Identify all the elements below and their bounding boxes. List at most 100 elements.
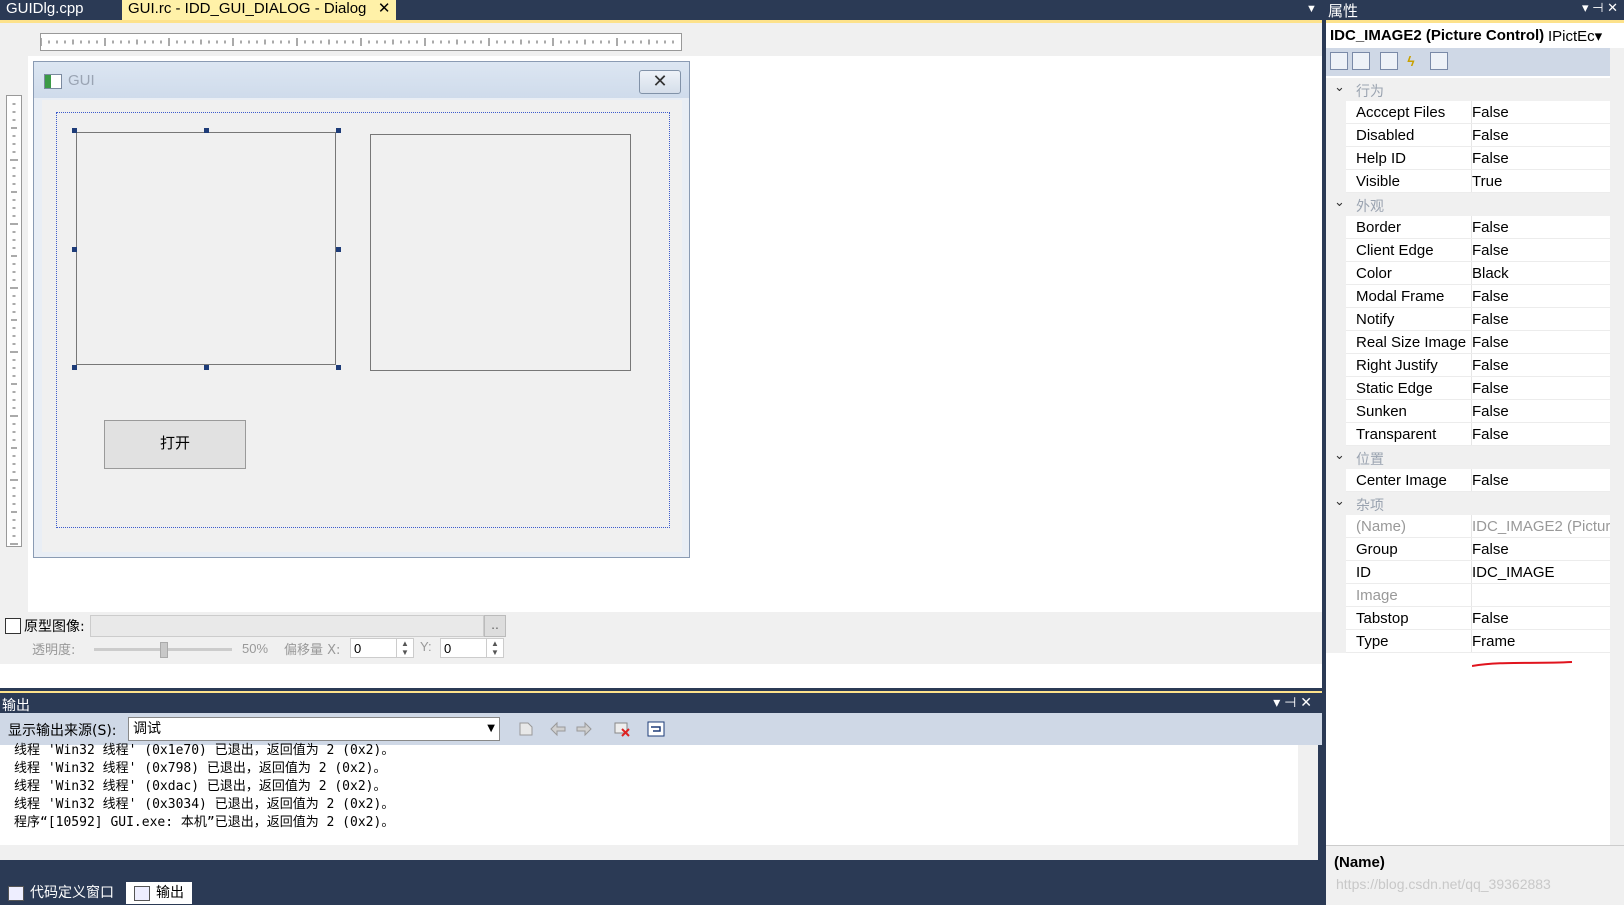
property-value[interactable]: Frame (1472, 633, 1622, 650)
resize-handle[interactable] (336, 128, 341, 133)
tab-gui-rc-dialog[interactable]: GUI.rc - IDD_GUI_DIALOG - Dialog ✕ (122, 0, 397, 20)
property-row[interactable]: Acccept Files False (1326, 101, 1624, 124)
previous-message-icon[interactable] (548, 719, 568, 739)
property-row[interactable]: Help ID False (1326, 147, 1624, 170)
chevron-down-icon[interactable]: ⌄ (1334, 79, 1345, 95)
output-vertical-scrollbar[interactable] (1298, 745, 1318, 860)
category-position[interactable]: ⌄ 位置 (1326, 446, 1624, 469)
resize-handle[interactable] (72, 247, 77, 252)
dialog-close-button[interactable]: ✕ (639, 70, 681, 94)
dialog-titlebar[interactable]: GUI ✕ (34, 62, 689, 98)
word-wrap-icon[interactable] (646, 719, 666, 739)
picture-control-image2[interactable] (370, 134, 631, 371)
property-value[interactable]: False (1472, 219, 1622, 236)
property-row[interactable]: ID IDC_IMAGE (1326, 561, 1624, 584)
tab-guidlg-cpp[interactable]: GUIDlg.cpp (0, 0, 90, 20)
tab-output[interactable]: 输出 (126, 882, 192, 904)
property-row[interactable]: Transparent False (1326, 423, 1624, 446)
resize-handle[interactable] (72, 128, 77, 133)
chevron-down-icon[interactable]: ⌄ (1334, 493, 1345, 509)
property-row[interactable]: Visible True (1326, 170, 1624, 193)
tab-dropdown-icon[interactable]: ▼ (1300, 0, 1323, 20)
property-row[interactable]: Sunken False (1326, 400, 1624, 423)
property-value[interactable]: False (1472, 104, 1622, 121)
property-row[interactable]: Notify False (1326, 308, 1624, 331)
alphabetical-icon[interactable] (1352, 52, 1370, 70)
property-pages-icon[interactable] (1430, 52, 1448, 70)
property-row[interactable]: Group False (1326, 538, 1624, 561)
property-row[interactable]: Modal Frame False (1326, 285, 1624, 308)
offset-x-stepper[interactable]: 0 ▲ ▼ (350, 638, 414, 658)
close-tab-icon[interactable]: ✕ (378, 0, 391, 18)
property-row[interactable]: (Name) IDC_IMAGE2 (Picture (1326, 515, 1624, 538)
property-value[interactable]: False (1472, 403, 1622, 420)
picture-control-image[interactable] (72, 128, 341, 370)
transparency-label: 透明度: (32, 643, 76, 658)
vertical-ruler[interactable] (6, 95, 22, 547)
spin-arrows-icon[interactable]: ▲ ▼ (396, 639, 413, 657)
property-row[interactable]: Disabled False (1326, 124, 1624, 147)
property-value[interactable]: False (1472, 426, 1622, 443)
property-value[interactable]: False (1472, 541, 1622, 558)
chevron-down-icon[interactable]: ⌄ (1334, 447, 1345, 463)
category-behavior[interactable]: ⌄ 行为 (1326, 78, 1624, 101)
resize-handle[interactable] (336, 365, 341, 370)
resize-handle[interactable] (204, 128, 209, 133)
property-row[interactable]: Tabstop False (1326, 607, 1624, 630)
next-message-icon[interactable] (574, 719, 594, 739)
property-value[interactable]: False (1472, 380, 1622, 397)
events-icon[interactable]: ϟ (1402, 52, 1420, 70)
clear-all-icon[interactable] (612, 719, 632, 739)
property-value[interactable]: False (1472, 242, 1622, 259)
property-row[interactable]: Color Black (1326, 262, 1624, 285)
properties-vertical-scrollbar[interactable] (1610, 48, 1624, 845)
property-value[interactable]: False (1472, 334, 1622, 351)
property-value[interactable]: False (1472, 127, 1622, 144)
output-source-select[interactable]: 调试 ▼ (128, 717, 500, 741)
chevron-down-icon[interactable]: ⌄ (1334, 194, 1345, 210)
property-value[interactable]: IDC_IMAGE2 (Picture (1472, 518, 1622, 535)
property-value[interactable]: False (1472, 311, 1622, 328)
property-row[interactable]: Static Edge False (1326, 377, 1624, 400)
property-row[interactable]: Real Size Image False (1326, 331, 1624, 354)
output-text-area[interactable]: 线程 'Win32 线程' (0x1e70) 已退出，返回值为 2 (0x2)。… (0, 743, 1298, 845)
output-horizontal-scrollbar[interactable] (0, 845, 1298, 860)
panel-window-controls-icon[interactable]: ▾ ⊣ ✕ (1273, 694, 1312, 711)
horizontal-ruler[interactable] (40, 33, 682, 51)
properties-icon[interactable] (1380, 52, 1398, 70)
property-value[interactable]: False (1472, 150, 1622, 167)
open-button[interactable]: 打开 (104, 420, 246, 469)
category-misc[interactable]: ⌄ 杂项 (1326, 492, 1624, 515)
property-row[interactable]: Image (1326, 584, 1624, 607)
property-value[interactable]: Black (1472, 265, 1622, 282)
resize-handle[interactable] (72, 365, 77, 370)
offset-y-stepper[interactable]: 0 ▲ ▼ (440, 638, 504, 658)
property-value[interactable]: False (1472, 288, 1622, 305)
dialog-client-area[interactable]: 打开 (42, 100, 682, 552)
go-to-line-icon[interactable] (516, 719, 536, 739)
property-value[interactable]: False (1472, 357, 1622, 374)
category-appearance[interactable]: ⌄ 外观 (1326, 193, 1624, 216)
property-value[interactable]: IDC_IMAGE (1472, 564, 1622, 581)
spin-arrows-icon[interactable]: ▲ ▼ (486, 639, 503, 657)
property-row[interactable]: Center Image False (1326, 469, 1624, 492)
panel-window-controls-icon[interactable]: ▾ ⊣ ✕ (1582, 0, 1618, 16)
resize-handle[interactable] (204, 365, 209, 370)
property-row[interactable]: Right Justify False (1326, 354, 1624, 377)
property-row[interactable]: Client Edge False (1326, 239, 1624, 262)
prototype-image-path-input[interactable] (90, 615, 484, 637)
browse-button[interactable]: .. (484, 615, 506, 637)
property-value[interactable]: False (1472, 472, 1622, 489)
property-value[interactable]: False (1472, 610, 1622, 627)
transparency-slider-thumb[interactable] (160, 642, 168, 658)
property-row[interactable]: Type Frame (1326, 630, 1624, 653)
offset-x-label: 偏移量 X: (284, 643, 341, 658)
property-row[interactable]: Border False (1326, 216, 1624, 239)
resize-handle[interactable] (336, 247, 341, 252)
properties-object-selector[interactable]: IDC_IMAGE2 (Picture Control) IPictEc▾ (1326, 20, 1624, 48)
dialog-window[interactable]: GUI ✕ 打开 (33, 61, 690, 558)
prototype-image-checkbox[interactable] (5, 618, 21, 634)
categorized-icon[interactable] (1330, 52, 1348, 70)
property-value[interactable]: True (1472, 173, 1622, 190)
tab-code-definition-window[interactable]: 代码定义窗口 (0, 882, 122, 904)
